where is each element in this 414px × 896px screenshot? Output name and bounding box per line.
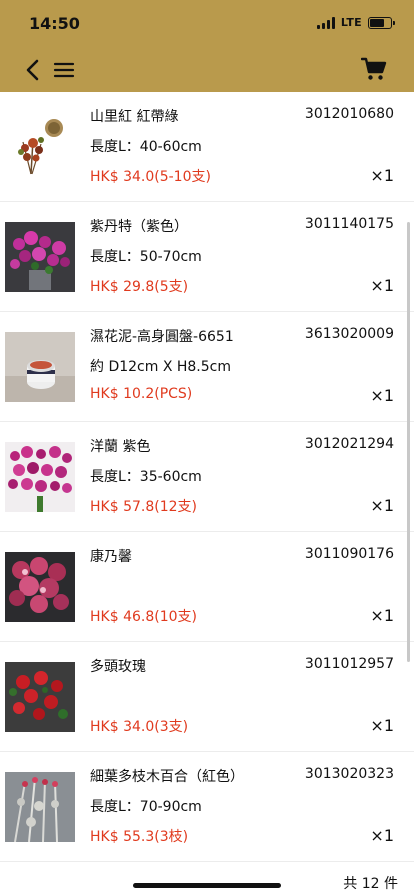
product-code: 3011140175 bbox=[304, 216, 394, 232]
cart-item[interactable]: 細葉多枝木百合（紅色） 3013020323 長度L：70-90cm HK$ 5… bbox=[0, 752, 414, 862]
product-name: 多頭玫瑰 bbox=[90, 659, 146, 675]
product-size: 長度L：40-60cm bbox=[90, 139, 202, 155]
product-code: 3011012957 bbox=[304, 656, 394, 672]
cart-item[interactable]: 山里紅 紅帶綠 3012010680 長度L：40-60cm HK$ 34.0(… bbox=[0, 92, 414, 202]
product-price: HK$ 29.8(5支) bbox=[90, 279, 189, 295]
product-image bbox=[5, 662, 75, 732]
product-price: HK$ 34.0(3支) bbox=[90, 719, 189, 735]
product-name: 山里紅 紅帶綠 bbox=[90, 109, 179, 125]
battery-icon bbox=[368, 16, 395, 29]
network-label: LTE bbox=[340, 16, 362, 29]
footer: 共 12 件 bbox=[0, 862, 414, 896]
status-indicators: LTE bbox=[316, 16, 395, 29]
cart-item[interactable]: 康乃馨 3011090176 HK$ 46.8(10支) ×1 bbox=[0, 532, 414, 642]
product-size: 長度L：50-70cm bbox=[90, 249, 202, 265]
status-bar: 14:50 LTE bbox=[0, 0, 414, 48]
product-name: 洋蘭 紫色 bbox=[90, 439, 151, 455]
product-size: 長度L：35-60cm bbox=[90, 469, 202, 485]
product-image bbox=[5, 332, 75, 402]
product-quantity: ×1 bbox=[370, 166, 394, 185]
signal-icon bbox=[316, 16, 335, 29]
total-count: 共 12 件 bbox=[343, 876, 398, 892]
chevron-left-icon[interactable] bbox=[20, 56, 48, 84]
product-image bbox=[5, 772, 75, 842]
product-name: 康乃馨 bbox=[90, 549, 132, 565]
cart-item[interactable]: 洋蘭 紫色 3012021294 長度L：35-60cm HK$ 57.8(12… bbox=[0, 422, 414, 532]
product-price: HK$ 55.3(3枝) bbox=[90, 829, 189, 845]
product-image bbox=[5, 442, 75, 512]
product-quantity: ×1 bbox=[370, 826, 394, 845]
product-quantity: ×1 bbox=[370, 716, 394, 735]
product-code: 3012021294 bbox=[304, 436, 394, 452]
product-code: 3011090176 bbox=[304, 546, 394, 562]
nav-bar bbox=[0, 48, 414, 92]
product-size: 長度L：70-90cm bbox=[90, 799, 202, 815]
product-code: 3613020009 bbox=[304, 326, 394, 342]
product-name: 細葉多枝木百合（紅色） bbox=[90, 769, 244, 785]
shopping-cart-icon[interactable] bbox=[361, 56, 387, 82]
product-code: 3012010680 bbox=[304, 106, 394, 122]
product-quantity: ×1 bbox=[370, 386, 394, 405]
product-quantity: ×1 bbox=[370, 606, 394, 625]
product-image bbox=[5, 552, 75, 622]
product-price: HK$ 34.0(5-10支) bbox=[90, 169, 211, 185]
battery-level bbox=[370, 18, 384, 27]
product-price: HK$ 57.8(12支) bbox=[90, 499, 197, 515]
product-price: HK$ 46.8(10支) bbox=[90, 609, 197, 625]
product-quantity: ×1 bbox=[370, 496, 394, 515]
product-name: 紫丹特（紫色） bbox=[90, 219, 188, 235]
hamburger-menu-icon[interactable] bbox=[53, 58, 75, 82]
product-name: 濕花泥-高身圓盤-6651 bbox=[90, 329, 234, 345]
product-size: 約 D12cm X H8.5cm bbox=[90, 359, 231, 375]
home-indicator[interactable] bbox=[133, 883, 281, 888]
cart-item[interactable]: 濕花泥-高身圓盤-6651 3613020009 約 D12cm X H8.5c… bbox=[0, 312, 414, 422]
product-image bbox=[5, 222, 75, 292]
cart-item[interactable]: 紫丹特（紫色） 3011140175 長度L：50-70cm HK$ 29.8(… bbox=[0, 202, 414, 312]
status-time: 14:50 bbox=[29, 14, 80, 33]
product-quantity: ×1 bbox=[370, 276, 394, 295]
product-price: HK$ 10.2(PCS) bbox=[90, 386, 193, 402]
product-code: 3013020323 bbox=[304, 766, 394, 782]
product-image bbox=[5, 112, 75, 182]
scrollbar[interactable] bbox=[407, 222, 410, 662]
cart-item[interactable]: 多頭玫瑰 3011012957 HK$ 34.0(3支) ×1 bbox=[0, 642, 414, 752]
cart-item-list[interactable]: 山里紅 紅帶綠 3012010680 長度L：40-60cm HK$ 34.0(… bbox=[0, 92, 414, 862]
